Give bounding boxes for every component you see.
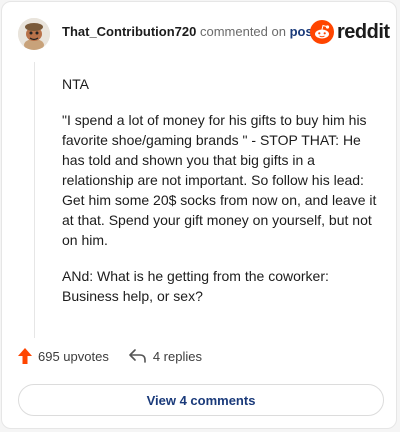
- avatar-image: [18, 18, 50, 50]
- reddit-icon: [310, 20, 334, 44]
- replies-group[interactable]: 4 replies: [129, 349, 202, 364]
- view-comments-button[interactable]: View 4 comments: [18, 384, 384, 416]
- username[interactable]: That_Contribution720: [62, 24, 196, 39]
- comment-footer: 695 upvotes 4 replies: [18, 348, 202, 364]
- comment-paragraph: "I spend a lot of money for his gifts to…: [62, 112, 377, 248]
- comment-header: That_Contribution720 commented on post: [62, 24, 317, 39]
- comment-paragraph: NTA: [62, 76, 89, 92]
- comment-body: NTA "I spend a lot of money for his gift…: [62, 74, 382, 322]
- reddit-wordmark: reddit: [337, 20, 390, 43]
- comment-paragraph: ANd: What is he getting from the coworke…: [62, 268, 329, 304]
- reddit-logo[interactable]: reddit: [310, 20, 390, 44]
- upvote-group[interactable]: 695 upvotes: [18, 348, 109, 364]
- avatar[interactable]: [18, 18, 50, 50]
- reply-icon: [129, 349, 146, 363]
- thread-line: [34, 62, 35, 338]
- comment-card: That_Contribution720 commented on post r…: [1, 1, 397, 429]
- upvote-arrow-icon: [18, 348, 32, 364]
- upvote-count: 695 upvotes: [38, 348, 109, 364]
- reply-count: 4 replies: [152, 348, 202, 364]
- commented-on-text: commented on: [199, 24, 286, 39]
